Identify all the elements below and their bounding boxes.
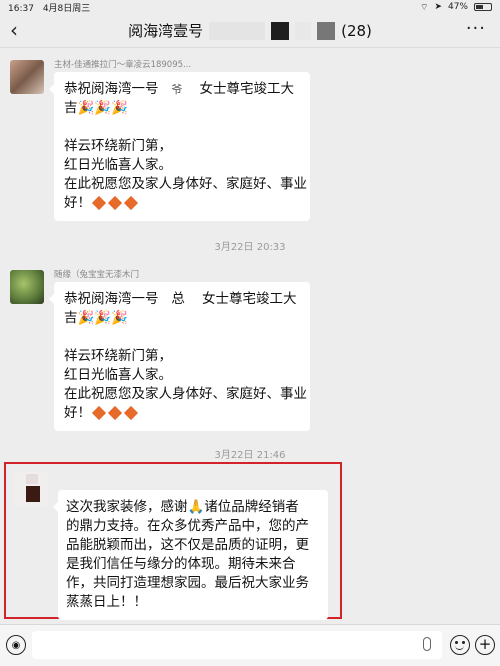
- battery-icon: [474, 3, 492, 11]
- sender-name: 主材-佳通推拉门～章凌云189095...: [54, 60, 192, 70]
- wifi-icon: ⌔: [419, 2, 429, 13]
- message-line: 是我们信任与缘分的体现。期待未来合: [66, 556, 296, 572]
- message-input[interactable]: [32, 631, 442, 659]
- input-bar: ◉ +: [0, 624, 500, 666]
- message-line: 祥云环绕新门第，: [64, 138, 172, 154]
- timestamp: 3月22日 20:33: [214, 242, 286, 253]
- redacted-block: [317, 21, 336, 40]
- diamond-emoji-icon: [91, 405, 107, 421]
- redacted-block: [271, 21, 290, 40]
- status-time: 16:37: [8, 3, 34, 14]
- chevron-left-icon[interactable]: ‹: [10, 20, 18, 40]
- message-line: 作，共同打造理想家园。最后祝大家业务: [66, 575, 309, 591]
- status-bar: 16:37 4月8日周三 ⌔ ➤ 47%: [0, 0, 500, 14]
- diamond-emoji-icon: [107, 405, 123, 421]
- message-line: 红日光临喜人家。: [64, 157, 172, 173]
- timestamp: 3月22日 21:46: [214, 450, 286, 461]
- sender-name: 随缘（兔宝宝无漆木门: [54, 270, 140, 280]
- message-gap: [64, 328, 300, 347]
- message-line: 好！: [64, 194, 300, 213]
- microphone-icon[interactable]: [423, 637, 431, 651]
- message-line: 的鼎力支持。在众多优秀产品中，您的产: [66, 518, 309, 534]
- avatar[interactable]: [14, 472, 48, 506]
- group-name: 阅海湾壹号: [128, 22, 204, 40]
- message-line: 品能脱颖而出，这不仅是品质的证明，更: [66, 537, 309, 553]
- message-bubble[interactable]: 这次我家装修，感谢🙏诸位品牌经销者 的鼎力支持。在众多优秀产品中，您的产 品能脱…: [53, 490, 328, 620]
- member-count: (28): [341, 21, 372, 40]
- diamond-emoji-icon: [107, 195, 123, 211]
- message-line: 蒸蒸日上！！: [66, 594, 147, 610]
- message-line: 红日光临喜人家。: [64, 367, 172, 383]
- message-line: 这次我家装修，感谢🙏诸位品牌经销者: [66, 499, 299, 515]
- avatar[interactable]: [10, 60, 44, 94]
- avatar[interactable]: [10, 270, 44, 304]
- message-line: 恭祝阅海湾一号 爷 女士尊宅竣工大: [64, 81, 295, 97]
- diamond-emoji-icon: [123, 405, 139, 421]
- message-bubble[interactable]: 恭祝阅海湾一号 总 女士尊宅竣工大 吉🎉🎉🎉 祥云环绕新门第， 红日光临喜人家。…: [49, 282, 310, 431]
- chat-header: ‹ 阅海湾壹号 (28) ···: [0, 14, 500, 48]
- redacted-block: [295, 21, 312, 40]
- message-line: 恭祝阅海湾一号 总 女士尊宅竣工大: [64, 291, 297, 307]
- voice-toggle-icon[interactable]: ◉: [6, 635, 26, 655]
- status-date: 4月8日周三: [42, 3, 91, 14]
- status-right: ⌔ ➤ 47%: [420, 2, 492, 13]
- message-bubble[interactable]: 恭祝阅海湾一号 爷 女士尊宅竣工大 吉🎉🎉🎉 祥云环绕新门第， 红日光临喜人家。…: [49, 72, 310, 221]
- battery-percent: 47%: [447, 2, 468, 12]
- emoji-icon[interactable]: [450, 635, 470, 655]
- diamond-emoji-icon: [123, 195, 139, 211]
- message-line: 好！: [64, 404, 300, 423]
- redacted-block: [209, 21, 266, 40]
- message-line: 吉🎉🎉🎉: [64, 310, 128, 326]
- message-line: 在此祝愿您及家人身体好、家庭好、事业: [64, 386, 307, 402]
- message-line: 祥云环绕新门第，: [64, 348, 172, 364]
- status-left: 16:37 4月8日周三: [8, 1, 96, 14]
- location-icon: ➤: [434, 2, 442, 12]
- plus-icon[interactable]: +: [475, 635, 495, 655]
- message-gap: [64, 118, 300, 137]
- more-dots-icon[interactable]: ···: [466, 18, 486, 39]
- diamond-emoji-icon: [91, 195, 107, 211]
- message-line: 吉🎉🎉🎉: [64, 100, 128, 116]
- message-line: 在此祝愿您及家人身体好、家庭好、事业: [64, 176, 307, 192]
- chat-title: 阅海湾壹号 (28): [128, 20, 372, 41]
